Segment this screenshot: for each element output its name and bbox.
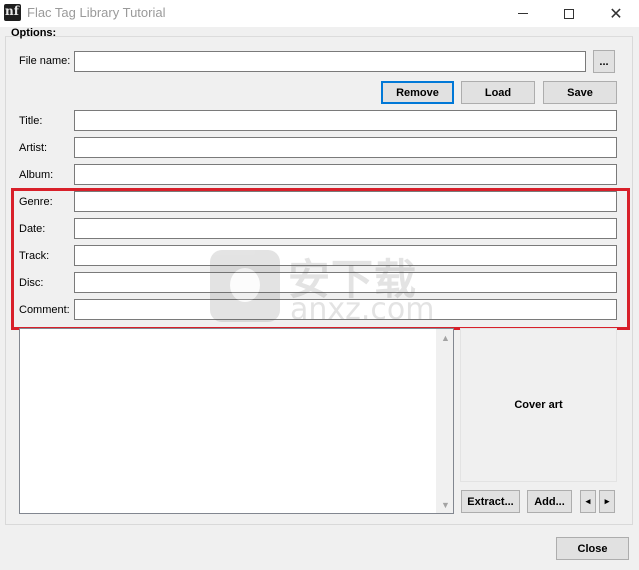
prev-cover-button[interactable]: ◂ (580, 490, 596, 513)
album-label: Album: (19, 169, 54, 181)
flac-app-icon: nf (4, 4, 21, 21)
title-label: Title: (19, 115, 43, 127)
album-input[interactable] (74, 164, 617, 185)
title-input[interactable] (74, 110, 617, 131)
next-cover-button[interactable]: ▸ (599, 490, 615, 513)
highlight-annotation-box (11, 188, 630, 330)
vertical-scrollbar[interactable]: ▲ ▼ (436, 329, 453, 513)
file-name-input[interactable] (74, 51, 586, 72)
title-bar: nf Flac Tag Library Tutorial ✕ (0, 0, 639, 27)
close-window-button[interactable]: ✕ (593, 0, 639, 27)
window-title: Flac Tag Library Tutorial (27, 5, 166, 20)
extract-button[interactable]: Extract... (461, 490, 520, 513)
artist-label: Artist: (19, 142, 48, 154)
scroll-down-icon[interactable]: ▼ (437, 496, 454, 513)
comment-text-area[interactable]: ▲ ▼ (19, 328, 454, 514)
add-cover-button[interactable]: Add... (527, 490, 572, 513)
maximize-button[interactable] (546, 0, 592, 27)
cover-art-panel: Cover art (460, 328, 617, 482)
cover-art-label: Cover art (514, 399, 563, 411)
options-label: Options: (11, 27, 57, 39)
maximize-icon (564, 8, 574, 19)
save-button[interactable]: Save (543, 81, 617, 104)
scroll-up-icon[interactable]: ▲ (437, 329, 454, 346)
remove-button[interactable]: Remove (381, 81, 454, 104)
load-button[interactable]: Load (461, 81, 535, 104)
browse-button[interactable]: ... (593, 50, 615, 73)
minimize-button[interactable] (500, 0, 546, 27)
file-name-label: File name: (19, 55, 71, 67)
chevron-left-icon: ◂ (585, 496, 591, 506)
artist-input[interactable] (74, 137, 617, 158)
close-icon: ✕ (609, 3, 623, 23)
close-button[interactable]: Close (556, 537, 629, 560)
chevron-right-icon: ▸ (604, 496, 610, 506)
minimize-icon (518, 13, 528, 14)
